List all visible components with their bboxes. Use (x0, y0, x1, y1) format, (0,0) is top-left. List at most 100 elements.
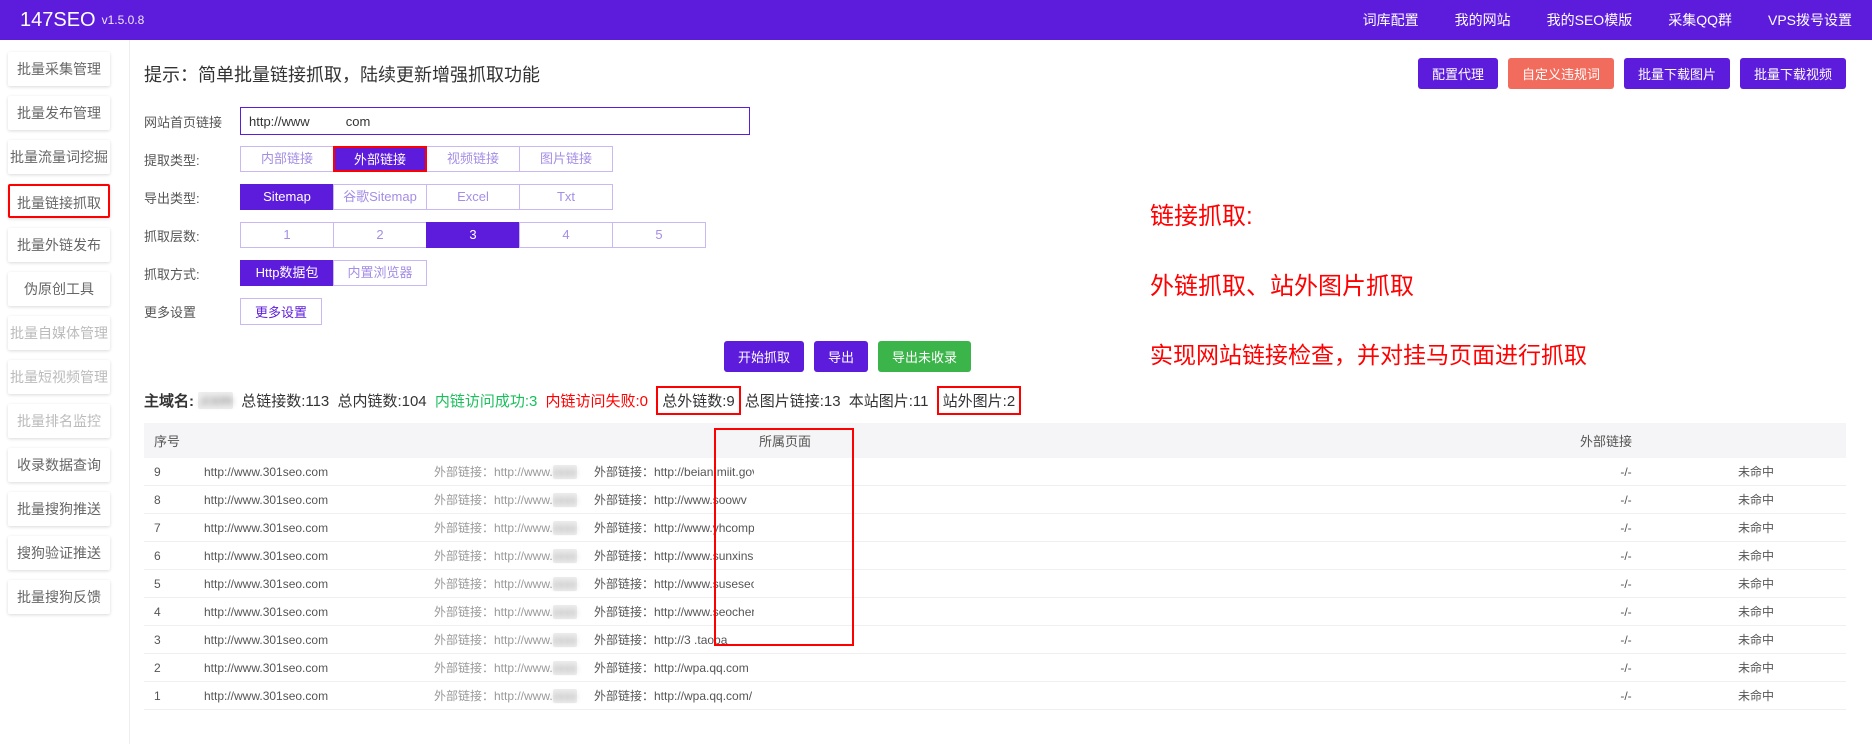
opt-sitemap[interactable]: Sitemap (240, 184, 334, 210)
stats-domain-value: .com (198, 392, 233, 409)
btn-export-unindexed[interactable]: 导出未收录 (878, 341, 971, 372)
cell-p1: 外部链接：http://www.xxxx (434, 491, 594, 508)
nav-my-site[interactable]: 我的网站 (1455, 10, 1511, 30)
opt-depth-5[interactable]: 5 (612, 222, 706, 248)
sidebar-item-rank[interactable]: 批量排名监控 (8, 404, 110, 438)
sidebar-item-media[interactable]: 批量自媒体管理 (8, 316, 110, 350)
main-panel: 提示：简单批量链接抓取，陆续更新增强抓取功能 配置代理 自定义违规词 批量下载图… (130, 40, 1872, 744)
opt-http-packet[interactable]: Http数据包 (240, 260, 334, 286)
sidebar-item-rewrite[interactable]: 伪原创工具 (8, 272, 110, 306)
cell-site: http://www.301seo.com (204, 633, 434, 647)
cell-dash: -/- (1586, 493, 1666, 507)
table-row[interactable]: 9http://www.301seo.com外部链接：http://www.xx… (144, 458, 1846, 486)
table-row[interactable]: 4http://www.301seo.com外部链接：http://www.xx… (144, 598, 1846, 626)
opt-builtin-browser[interactable]: 内置浏览器 (333, 260, 427, 286)
table-row[interactable]: 5http://www.301seo.com外部链接：http://www.xx… (144, 570, 1846, 598)
opt-depth-2[interactable]: 2 (333, 222, 427, 248)
cell-status: 未命中 (1666, 519, 1846, 536)
cell-status: 未命中 (1666, 659, 1846, 676)
table-row[interactable]: 8http://www.301seo.com外部链接：http://www.xx… (144, 486, 1846, 514)
opt-image-link[interactable]: 图片链接 (519, 146, 613, 172)
cell-site: http://www.301seo.com (204, 549, 434, 563)
opt-google-sitemap[interactable]: 谷歌Sitemap (333, 184, 427, 210)
cell-dash: -/- (1586, 521, 1666, 535)
cell-dash: -/- (1586, 605, 1666, 619)
label-crawl-method: 抓取方式: (144, 264, 240, 283)
extract-type-group: 内部链接 外部链接 视频链接 图片链接 (240, 146, 613, 172)
stats-total-inner: 总内链数:104 (337, 390, 426, 411)
sidebar-item-link-crawl[interactable]: 批量链接抓取 (8, 184, 110, 218)
table-row[interactable]: 2http://www.301seo.com外部链接：http://www.xx… (144, 654, 1846, 682)
cell-p1: 外部链接：http://www.xxxx (434, 519, 594, 536)
cell-status: 未命中 (1666, 687, 1846, 704)
table-header: 序号 所属页面 外部链接 (144, 423, 1846, 458)
depth-group: 1 2 3 4 5 (240, 222, 706, 248)
sidebar-item-collect[interactable]: 批量采集管理 (8, 52, 110, 86)
btn-custom-illegal-word[interactable]: 自定义违规词 (1508, 58, 1614, 89)
sidebar-item-traffic-word[interactable]: 批量流量词挖掘 (8, 140, 110, 174)
cell-status: 未命中 (1666, 575, 1846, 592)
cell-p2: 外部链接：http://wpa.qq.com/ (594, 687, 754, 704)
opt-outer-link[interactable]: 外部链接 (333, 146, 427, 172)
btn-start-crawl[interactable]: 开始抓取 (724, 341, 804, 372)
table-row[interactable]: 1http://www.301seo.com外部链接：http://www.xx… (144, 682, 1846, 710)
stats-total-links: 总链接数:113 (241, 390, 329, 411)
cell-dash: -/- (1586, 549, 1666, 563)
th-seq: 序号 (144, 431, 204, 450)
opt-depth-4[interactable]: 4 (519, 222, 613, 248)
input-homepage-url[interactable] (240, 107, 750, 135)
stats-total-outer: 总外链数:9 (656, 386, 741, 415)
table-row[interactable]: 3http://www.301seo.com外部链接：http://www.xx… (144, 626, 1846, 654)
cell-dash: -/- (1586, 633, 1666, 647)
table-row[interactable]: 6http://www.301seo.com外部链接：http://www.xx… (144, 542, 1846, 570)
nav-vps-dial[interactable]: VPS拨号设置 (1768, 10, 1852, 30)
btn-download-videos[interactable]: 批量下载视频 (1740, 58, 1846, 89)
cell-p2: 外部链接：http://wpa.qq.com (594, 659, 754, 676)
sidebar-item-sogou-feedback[interactable]: 批量搜狗反馈 (8, 580, 110, 614)
cell-status: 未命中 (1666, 631, 1846, 648)
tip-text: 提示：简单批量链接抓取，陆续更新增强抓取功能 (144, 61, 540, 87)
opt-inner-link[interactable]: 内部链接 (240, 146, 334, 172)
cell-seq: 5 (144, 577, 204, 591)
opt-depth-1[interactable]: 1 (240, 222, 334, 248)
label-extract-type: 提取类型: (144, 150, 240, 169)
btn-export[interactable]: 导出 (814, 341, 868, 372)
cell-seq: 3 (144, 633, 204, 647)
sidebar: 批量采集管理 批量发布管理 批量流量词挖掘 批量链接抓取 批量外链发布 伪原创工… (0, 40, 130, 744)
stats-domain-label: 主域名: (144, 390, 194, 411)
stats-total-img: 总图片链接:13 (745, 390, 841, 411)
cell-p1: 外部链接：http://www.xxxx (434, 463, 594, 480)
opt-video-link[interactable]: 视频链接 (426, 146, 520, 172)
opt-depth-3[interactable]: 3 (426, 222, 520, 248)
cell-p1: 外部链接：http://www.xxxx (434, 575, 594, 592)
cell-seq: 8 (144, 493, 204, 507)
sidebar-item-publish[interactable]: 批量发布管理 (8, 96, 110, 130)
btn-config-proxy[interactable]: 配置代理 (1418, 58, 1498, 89)
btn-download-images[interactable]: 批量下载图片 (1624, 58, 1730, 89)
nav-qq-group[interactable]: 采集QQ群 (1668, 10, 1732, 30)
top-nav: 词库配置 我的网站 我的SEO模版 采集QQ群 VPS拨号设置 (1363, 10, 1852, 30)
table-row[interactable]: 7http://www.301seo.com外部链接：http://www.xx… (144, 514, 1846, 542)
cell-p2: 外部链接：http://www.seocher (594, 603, 754, 620)
sidebar-item-index-query[interactable]: 收录数据查询 (8, 448, 110, 482)
cell-site: http://www.301seo.com (204, 521, 434, 535)
btn-more-settings[interactable]: 更多设置 (240, 298, 322, 325)
method-group: Http数据包 内置浏览器 (240, 260, 427, 286)
stats-inner-fail: 内链访问失败:0 (546, 390, 649, 411)
cell-p1: 外部链接：http://www.xxxx (434, 687, 594, 704)
brand-version: v1.5.0.8 (102, 13, 145, 27)
label-crawl-depth: 抓取层数: (144, 226, 240, 245)
sidebar-item-video[interactable]: 批量短视频管理 (8, 360, 110, 394)
sidebar-item-sogou-verify[interactable]: 搜狗验证推送 (8, 536, 110, 570)
sidebar-item-sogou-push[interactable]: 批量搜狗推送 (8, 492, 110, 526)
opt-txt[interactable]: Txt (519, 184, 613, 210)
opt-excel[interactable]: Excel (426, 184, 520, 210)
cell-seq: 4 (144, 605, 204, 619)
stats-out-img: 站外图片:2 (937, 386, 1022, 415)
nav-my-seo-template[interactable]: 我的SEO模版 (1547, 10, 1633, 30)
label-export-type: 导出类型: (144, 188, 240, 207)
cell-p2: 外部链接：http://www.soowv (594, 491, 754, 508)
sidebar-item-backlink[interactable]: 批量外链发布 (8, 228, 110, 262)
nav-keyword-config[interactable]: 词库配置 (1363, 10, 1419, 30)
cell-site: http://www.301seo.com (204, 577, 434, 591)
